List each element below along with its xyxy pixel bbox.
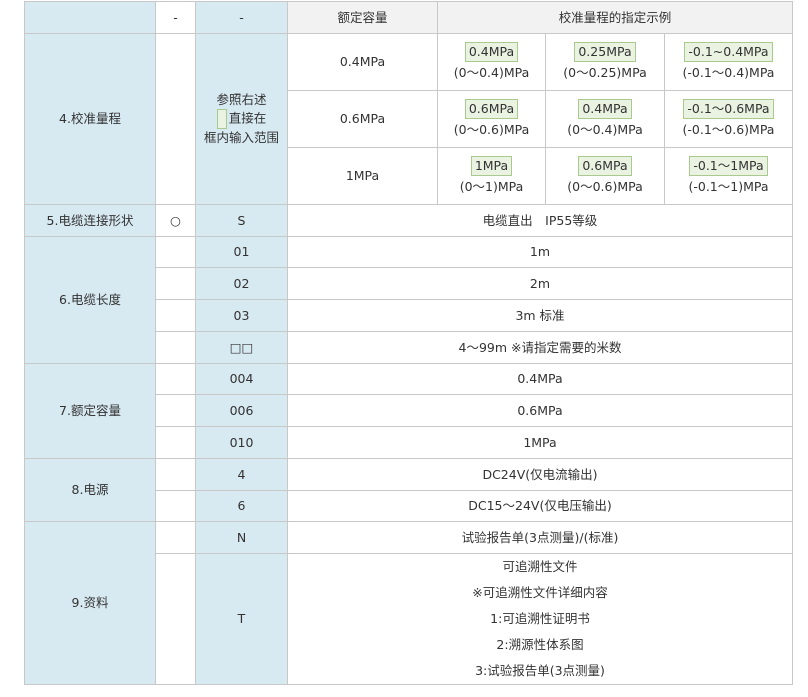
mark-cell xyxy=(155,331,196,364)
option-desc: 3m 标准 xyxy=(287,299,793,332)
range-input-box[interactable]: -0.1~0.4MPa xyxy=(684,42,773,62)
header-range-example: 校准量程的指定示例 xyxy=(437,1,793,34)
standard-mark: ○ xyxy=(155,204,196,237)
option-code: 03 xyxy=(195,299,288,332)
range-note-line3: 框内输入范围 xyxy=(203,130,279,145)
range-input-box[interactable]: 0.25MPa xyxy=(574,42,636,62)
option-code: 006 xyxy=(195,394,288,427)
option-desc: 可追溯性文件 ※可追溯性文件详细内容 1:可追溯性证明书 2:溯源性体系图 3:… xyxy=(287,553,793,685)
range-capacity: 0.4MPa xyxy=(287,33,438,91)
range-input-box[interactable]: 0.6MPa xyxy=(578,156,632,176)
range-note-line2-text: 直接在 xyxy=(228,110,267,126)
option-desc: 0.6MPa xyxy=(287,394,793,427)
category-rated-capacity: 7.额定容量 xyxy=(24,363,156,459)
mark-cell xyxy=(155,363,196,395)
mark-cell xyxy=(155,236,196,268)
range-example: 0.25MPa (0～0.25)MPa xyxy=(545,33,665,91)
range-example: 1MPa (0～1)MPa xyxy=(437,147,546,205)
range-note-line2: 直接在 xyxy=(196,109,287,129)
range-example-value: (-0.1～0.4)MPa xyxy=(682,65,775,80)
option-code: 010 xyxy=(195,426,288,459)
rated-capacity-row: 7.额定容量 004 0.4MPa xyxy=(24,363,793,459)
mark-cell xyxy=(155,490,196,522)
range-input-box[interactable]: 0.4MPa xyxy=(578,99,632,119)
header-code-dash: - xyxy=(195,1,288,34)
range-example-value: (0～1)MPa xyxy=(459,179,524,194)
category-cable-length: 6.电缆长度 xyxy=(24,236,156,364)
option-code: □□ xyxy=(195,331,288,364)
range-capacity: 1MPa xyxy=(287,147,438,205)
option-desc: DC24V(仅电流输出) xyxy=(287,458,793,491)
range-input-box[interactable]: -0.1～1MPa xyxy=(689,156,768,176)
doc-line: 可追溯性文件 xyxy=(502,559,578,574)
option-code: 02 xyxy=(195,267,288,300)
range-mark-cell xyxy=(155,33,196,205)
range-example-value: (-0.1～0.6)MPa xyxy=(682,122,775,137)
option-code: 4 xyxy=(195,458,288,491)
mark-cell xyxy=(155,553,196,685)
category-documents: 9.资料 xyxy=(24,521,156,685)
category-range: 4.校准量程 xyxy=(24,33,156,205)
range-example: -0.1～1MPa (-0.1～1)MPa xyxy=(664,147,793,205)
range-input-box[interactable]: -0.1～0.6MPa xyxy=(683,99,774,119)
range-input-box[interactable]: 0.6MPa xyxy=(464,99,519,119)
mark-cell xyxy=(155,299,196,332)
range-example-value: (0～0.4)MPa xyxy=(453,65,530,80)
option-desc: 1m xyxy=(287,236,793,268)
option-code: T xyxy=(195,553,288,685)
documents-row: 9.资料 N 试验报告单(3点测量)/(标准) xyxy=(24,521,793,685)
header-mark-dash: - xyxy=(155,1,196,34)
range-note: 参照右述 直接在 框内输入范围 xyxy=(195,33,288,205)
option-desc: 电缆直出 IP55等级 xyxy=(287,204,793,237)
doc-line: 1:可追溯性证明书 xyxy=(490,611,590,626)
range-example-value: (0～0.4)MPa xyxy=(567,122,643,137)
option-desc: 1MPa xyxy=(287,426,793,459)
doc-line: 2:溯源性体系图 xyxy=(496,637,584,652)
option-code: S xyxy=(195,204,288,237)
range-capacity: 0.6MPa xyxy=(287,90,438,148)
category-cable-connection: 5.电缆连接形状 xyxy=(24,204,156,237)
doc-line: 3:试验报告单(3点测量) xyxy=(475,663,605,678)
range-example-value: (0～0.25)MPa xyxy=(563,65,647,80)
spec-table: - - 额定容量 校准量程的指定示例 4.校准量程 参照右述 直接在 框内输入范… xyxy=(24,1,793,685)
range-example-value: (0～0.6)MPa xyxy=(453,122,530,137)
mark-cell xyxy=(155,394,196,427)
range-example: 0.4MPa (0～0.4)MPa xyxy=(545,90,665,148)
option-code: 004 xyxy=(195,363,288,395)
range-example: -0.1~0.4MPa (-0.1～0.4)MPa xyxy=(664,33,793,91)
category-power: 8.电源 xyxy=(24,458,156,522)
doc-line: ※可追溯性文件详细内容 xyxy=(472,585,608,600)
range-example: 0.6MPa (0～0.6)MPa xyxy=(437,90,546,148)
option-desc: 0.4MPa xyxy=(287,363,793,395)
option-desc: 4～99m ※请指定需要的米数 xyxy=(287,331,793,364)
option-desc: 2m xyxy=(287,267,793,300)
header-category-cell xyxy=(24,1,156,34)
range-input-box[interactable]: 1MPa xyxy=(470,156,513,176)
option-desc: 试验报告单(3点测量)/(标准) xyxy=(287,521,793,554)
range-example: 0.6MPa (0～0.6)MPa xyxy=(545,147,665,205)
mark-cell xyxy=(155,267,196,300)
header-capacity: 额定容量 xyxy=(287,1,438,34)
option-code: N xyxy=(195,521,288,554)
range-example-value: (-0.1～1)MPa xyxy=(688,179,769,194)
option-code: 6 xyxy=(195,490,288,522)
cable-length-row: 6.电缆长度 01 1m xyxy=(24,236,793,364)
range-input-box[interactable]: 0.4MPa xyxy=(464,42,519,62)
cable-connection-row: 5.电缆连接形状 ○ S 电缆直出 IP55等级 xyxy=(24,204,793,237)
range-example: 0.4MPa (0～0.4)MPa xyxy=(437,33,546,91)
range-note-line1: 参照右述 xyxy=(216,92,267,107)
option-desc: DC15～24V(仅电压输出) xyxy=(287,490,793,522)
range-row: 4.校准量程 参照右述 直接在 框内输入范围 0.4MPa 0.4MPa (0～0… xyxy=(24,33,793,205)
mark-cell xyxy=(155,458,196,491)
input-box-sample xyxy=(216,109,227,129)
range-example-value: (0～0.6)MPa xyxy=(567,179,643,194)
header-row: - - 额定容量 校准量程的指定示例 xyxy=(24,1,793,34)
range-example: -0.1～0.6MPa (-0.1～0.6)MPa xyxy=(664,90,793,148)
mark-cell xyxy=(155,521,196,554)
power-row: 8.电源 4 DC24V(仅电流输出) xyxy=(24,458,793,522)
mark-cell xyxy=(155,426,196,459)
option-code: 01 xyxy=(195,236,288,268)
spec-table-page: - - 额定容量 校准量程的指定示例 4.校准量程 参照右述 直接在 框内输入范… xyxy=(0,0,808,697)
